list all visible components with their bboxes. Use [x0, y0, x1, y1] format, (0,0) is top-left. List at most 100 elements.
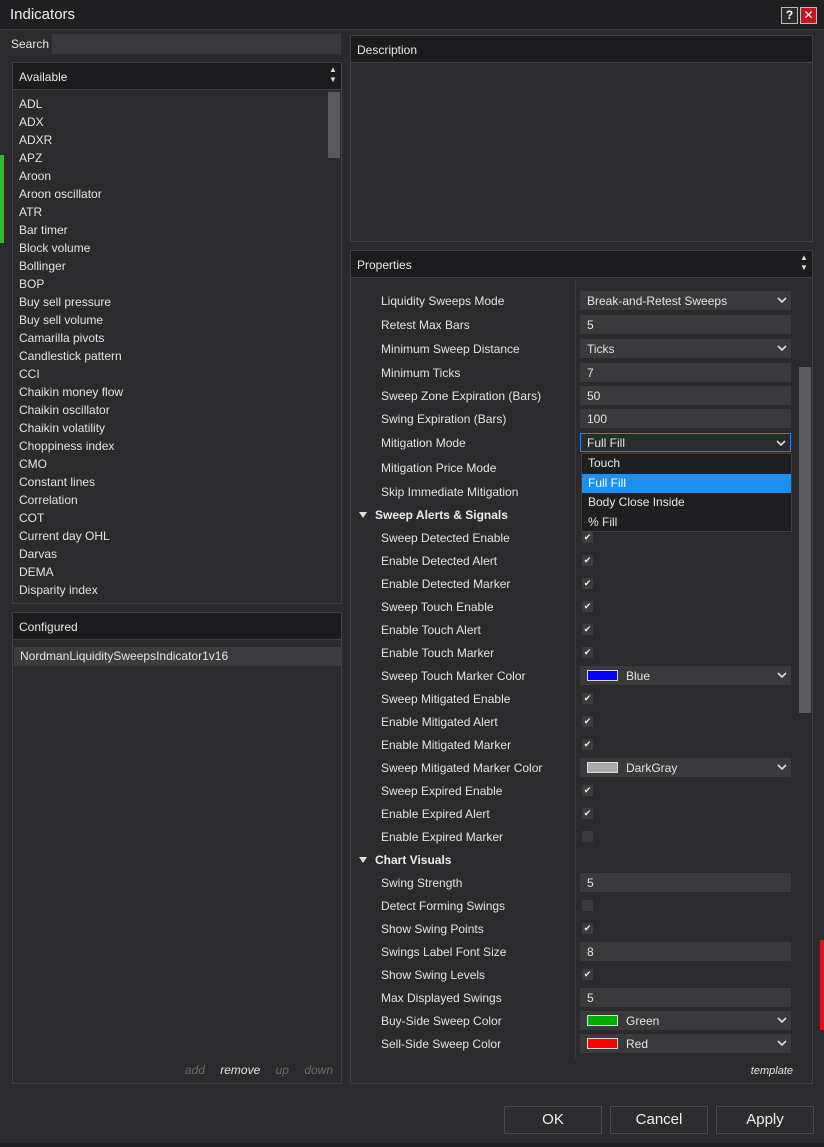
add-link[interactable]: add	[185, 1063, 205, 1077]
scrollbar-thumb[interactable]	[328, 92, 340, 158]
list-item[interactable]: Constant lines	[13, 473, 327, 491]
list-item[interactable]: Block volume	[13, 239, 327, 257]
property-label: Minimum Sweep Distance	[381, 342, 520, 356]
checkbox[interactable]: ✔	[582, 693, 593, 704]
search-input[interactable]	[52, 34, 341, 54]
chevron-down-icon	[777, 1040, 787, 1047]
checkbox[interactable]: ✔	[582, 624, 593, 635]
section-chart-visuals[interactable]: Chart Visuals	[351, 848, 798, 871]
sell-side-sweep-color-select[interactable]: Red	[580, 1034, 791, 1053]
property-label: Detect Forming Swings	[381, 899, 506, 913]
sort-arrows-icon[interactable]: ▲ ▼	[328, 65, 338, 85]
close-button[interactable]: ✕	[800, 7, 817, 24]
checkbox[interactable]: ✔	[582, 739, 593, 750]
dropdown-option[interactable]: % Fill	[582, 513, 791, 533]
retest-max-bars-input[interactable]: 5	[580, 315, 791, 334]
list-item[interactable]: Aroon	[13, 167, 327, 185]
configured-item[interactable]: NordmanLiquiditySweepsIndicator1v16	[14, 647, 341, 666]
list-item[interactable]: Buy sell pressure	[13, 293, 327, 311]
checkbox[interactable]	[582, 831, 593, 842]
property-label: Max Displayed Swings	[381, 991, 502, 1005]
checkbox[interactable]: ✔	[582, 716, 593, 727]
list-item[interactable]: BOP	[13, 275, 327, 293]
sort-arrows-icon[interactable]: ▲ ▼	[799, 253, 809, 273]
checkbox[interactable]: ✔	[582, 923, 593, 934]
available-header[interactable]: Available ▲ ▼	[13, 63, 341, 90]
minimum-ticks-input[interactable]: 7	[580, 363, 791, 382]
list-item[interactable]: Chaikin oscillator	[13, 401, 327, 419]
remove-link[interactable]: remove	[220, 1063, 260, 1077]
swing-strength-input[interactable]: 5	[580, 873, 791, 892]
list-item[interactable]: Bollinger	[13, 257, 327, 275]
list-item[interactable]: COT	[13, 509, 327, 527]
list-item[interactable]: ADX	[13, 113, 327, 131]
mitigated-marker-color-select[interactable]: DarkGray	[580, 758, 791, 777]
dropdown-option[interactable]: Body Close Inside	[582, 493, 791, 513]
property-row: Swing Expiration (Bars) 100	[351, 407, 798, 430]
checkbox[interactable]: ✔	[582, 601, 593, 612]
mitigation-mode-select[interactable]: Full Fill	[580, 433, 791, 452]
list-item[interactable]: ADL	[13, 95, 327, 113]
select-value: Ticks	[587, 342, 615, 356]
checkbox[interactable]: ✔	[582, 555, 593, 566]
apply-button[interactable]: Apply	[716, 1106, 814, 1134]
collapse-triangle-icon[interactable]	[359, 857, 367, 863]
collapse-triangle-icon[interactable]	[359, 512, 367, 518]
swings-label-font-size-input[interactable]: 8	[580, 942, 791, 961]
up-link[interactable]: up	[276, 1063, 289, 1077]
property-label: Enable Expired Marker	[381, 830, 504, 844]
property-label: Buy-Side Sweep Color	[381, 1014, 502, 1028]
list-item[interactable]: Darvas	[13, 545, 327, 563]
checkbox[interactable]: ✔	[582, 647, 593, 658]
property-row: Mitigation Mode Full Fill	[351, 431, 798, 454]
list-item[interactable]: Candlestick pattern	[13, 347, 327, 365]
liquidity-sweeps-mode-select[interactable]: Break-and-Retest Sweeps	[580, 291, 791, 310]
properties-scrollbar[interactable]	[798, 279, 812, 1059]
down-link[interactable]: down	[304, 1063, 333, 1077]
list-item[interactable]: Bar timer	[13, 221, 327, 239]
list-item[interactable]: Buy sell volume	[13, 311, 327, 329]
configured-panel: Configured NordmanLiquiditySweepsIndicat…	[12, 612, 342, 1084]
list-item[interactable]: Chaikin money flow	[13, 383, 327, 401]
help-button[interactable]: ?	[781, 7, 798, 24]
select-value: Blue	[626, 669, 651, 683]
available-scrollbar[interactable]	[327, 91, 341, 603]
ok-button[interactable]: OK	[504, 1106, 602, 1134]
list-item[interactable]: Aroon oscillator	[13, 185, 327, 203]
buy-side-sweep-color-select[interactable]: Green	[580, 1011, 791, 1030]
list-item[interactable]: CCI	[13, 365, 327, 383]
property-row: Liquidity Sweeps Mode Break-and-Retest S…	[351, 289, 798, 312]
property-row: Enable Expired Alert ✔	[351, 802, 798, 825]
list-item[interactable]: ADXR	[13, 131, 327, 149]
cancel-button[interactable]: Cancel	[610, 1106, 708, 1134]
list-item[interactable]: CMO	[13, 455, 327, 473]
checkbox[interactable]: ✔	[582, 969, 593, 980]
list-item[interactable]: Camarilla pivots	[13, 329, 327, 347]
list-item[interactable]: Chaikin volatility	[13, 419, 327, 437]
checkbox[interactable]: ✔	[582, 785, 593, 796]
scrollbar-thumb[interactable]	[799, 367, 811, 713]
sweep-zone-expiration-input[interactable]: 50	[580, 386, 791, 405]
property-row: Sweep Touch Marker Color Blue	[351, 664, 798, 687]
dropdown-option[interactable]: Touch	[582, 454, 791, 474]
dropdown-option-selected[interactable]: Full Fill	[582, 473, 791, 493]
touch-marker-color-select[interactable]: Blue	[580, 666, 791, 685]
select-value: Break-and-Retest Sweeps	[587, 294, 728, 308]
checkbox[interactable]: ✔	[582, 532, 593, 543]
property-label: Enable Mitigated Alert	[381, 715, 498, 729]
list-item[interactable]: APZ	[13, 149, 327, 167]
minimum-sweep-distance-select[interactable]: Ticks	[580, 339, 791, 358]
swing-expiration-input[interactable]: 100	[580, 409, 791, 428]
checkbox[interactable]: ✔	[582, 808, 593, 819]
list-item[interactable]: Correlation	[13, 491, 327, 509]
checkbox[interactable]: ✔	[582, 578, 593, 589]
list-item[interactable]: ATR	[13, 203, 327, 221]
template-link[interactable]: template	[751, 1065, 793, 1077]
list-item[interactable]: Current day OHL	[13, 527, 327, 545]
max-displayed-swings-input[interactable]: 5	[580, 988, 791, 1007]
list-item[interactable]: Disparity index	[13, 581, 327, 599]
checkbox[interactable]	[582, 900, 593, 911]
properties-header[interactable]: Properties ▲ ▼	[351, 251, 812, 278]
list-item[interactable]: Choppiness index	[13, 437, 327, 455]
list-item[interactable]: DEMA	[13, 563, 327, 581]
